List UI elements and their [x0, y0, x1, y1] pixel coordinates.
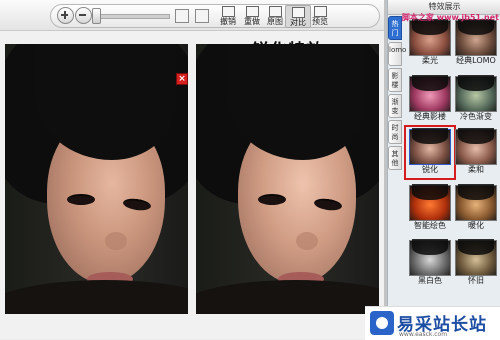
tab-fashion[interactable]: 时尚 [388, 120, 402, 144]
effect-label: 柔光 [422, 56, 438, 65]
effect-smart-color[interactable]: 智能绘色 [408, 184, 452, 232]
zoom-out-icon[interactable] [75, 7, 92, 24]
actual-size-icon[interactable] [195, 9, 209, 23]
toolbar: 撤销 重做 原图 对比 预览 [0, 0, 384, 31]
sharpened-photo [196, 44, 379, 314]
effect-cool-gradient[interactable]: 冷色渐变 [454, 75, 498, 123]
fit-window-icon[interactable] [175, 9, 189, 23]
tab-studio[interactable]: 影楼 [388, 68, 402, 92]
effect-thumbnail [409, 75, 451, 112]
brand-logo-icon [370, 311, 394, 335]
effect-label: 暖化 [468, 221, 484, 230]
effect-label: 怀旧 [468, 276, 484, 285]
tab-gradient[interactable]: 渐变 [388, 94, 402, 118]
effect-label: 锐化 [422, 165, 438, 174]
effect-label: 经典LOMO [456, 56, 496, 65]
effect-black-white[interactable]: 黑白色 [408, 239, 452, 287]
effect-thumbnail [409, 19, 451, 56]
effect-label: 黑白色 [418, 276, 442, 285]
effect-thumbnail [409, 239, 451, 276]
effect-classic-studio[interactable]: 经典影楼 [408, 75, 452, 123]
effect-soft-light[interactable]: 柔光 [408, 19, 452, 67]
effect-thumbnail [455, 19, 497, 56]
effect-thumbnail [455, 128, 497, 165]
effect-label: 柔和 [468, 165, 484, 174]
effect-thumbnail [455, 184, 497, 221]
brand-badge: 易采站长站 www.easck.com [365, 306, 500, 340]
effect-warm[interactable]: 暖化 [454, 184, 498, 232]
effect-sharpen[interactable]: 锐化 [404, 125, 456, 180]
effects-panel: 特效展示 热门 lomo 影楼 渐变 时尚 其他 柔光 经典LOMO 经典影楼 … [387, 0, 500, 339]
site-watermark: 脚本之家 www.jb51.net [401, 13, 499, 22]
effect-thumbnail [409, 128, 451, 165]
effect-thumbnail [455, 239, 497, 276]
zoom-in-icon[interactable] [57, 7, 74, 24]
effect-thumbnail [455, 75, 497, 112]
effect-nostalgic[interactable]: 怀旧 [454, 239, 498, 287]
brand-url: www.easck.com [399, 331, 448, 338]
effect-label: 冷色渐变 [460, 112, 492, 121]
preview-label: 预览 [312, 17, 328, 26]
zoom-slider[interactable] [98, 14, 170, 19]
effect-soft[interactable]: 柔和 [454, 128, 498, 176]
preview-button[interactable]: 预览 [308, 5, 332, 26]
original-photo [5, 44, 188, 314]
effect-label: 经典影楼 [414, 112, 446, 121]
effect-classic-lomo[interactable]: 经典LOMO [454, 19, 498, 67]
tab-lomo[interactable]: lomo [388, 42, 406, 66]
effect-thumbnail [409, 184, 451, 221]
effect-label: 智能绘色 [414, 221, 446, 230]
zoom-slider-handle[interactable] [92, 8, 101, 24]
tab-other[interactable]: 其他 [388, 146, 402, 170]
close-icon[interactable]: × [176, 73, 188, 85]
